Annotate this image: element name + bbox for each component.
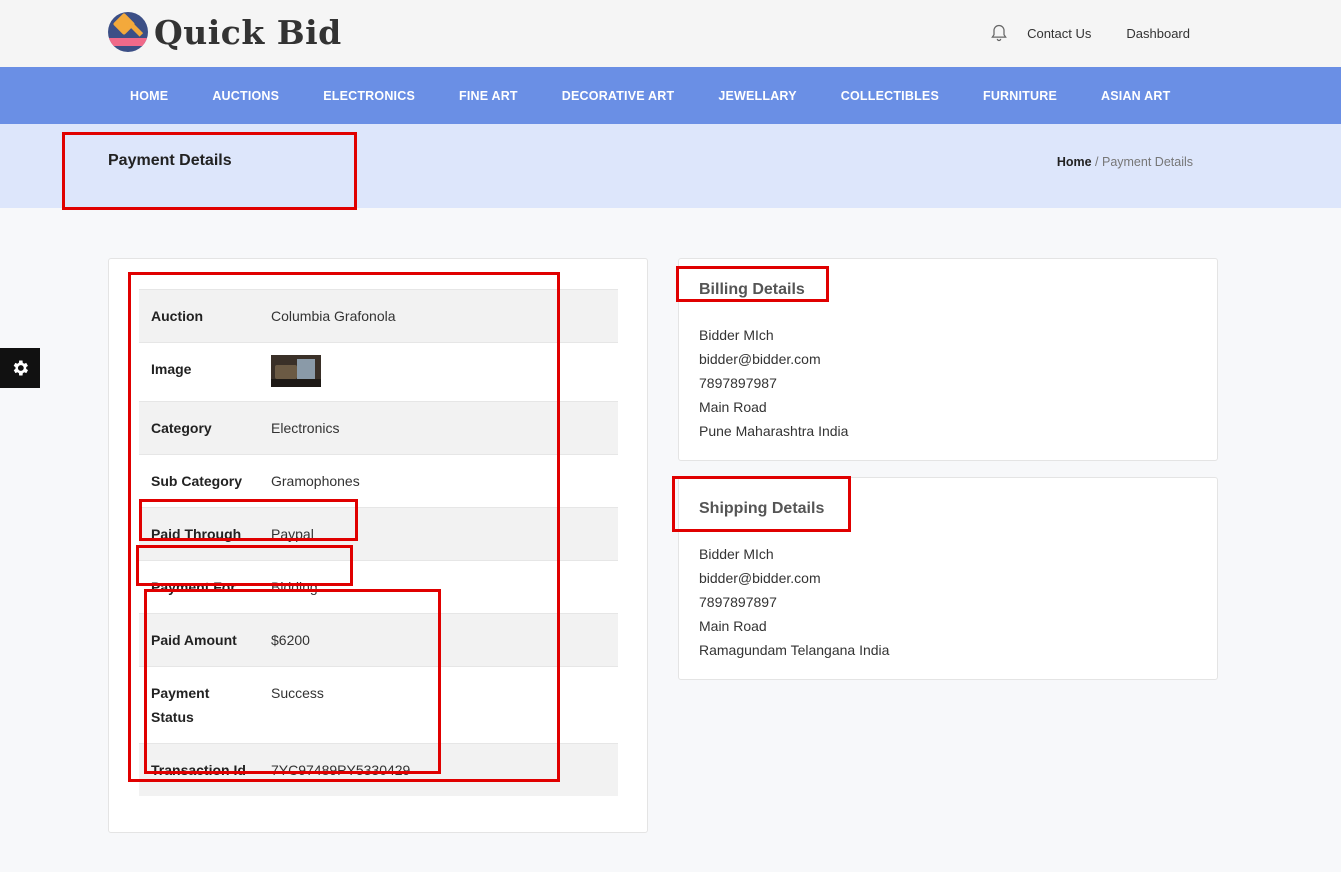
billing-email: bidder@bidder.com (699, 351, 821, 367)
shipping-city: Ramagundam Telangana India (699, 642, 890, 658)
transaction-id-value: 7YC97489PY5330429 (271, 762, 411, 778)
table-row: Paid Amount $6200 (139, 613, 618, 667)
category-label: Category (151, 420, 212, 436)
breadcrumb-home-link[interactable]: Home (1057, 155, 1092, 169)
table-row: Payment Status Success (139, 666, 618, 744)
brand-logo[interactable]: Quick Bid (108, 12, 342, 52)
table-row: Sub Category Gramophones (139, 454, 618, 508)
shipping-phone: 7897897897 (699, 594, 777, 610)
nav-item-asian-art[interactable]: ASIAN ART (1079, 89, 1192, 103)
subcategory-label: Sub Category (151, 473, 243, 489)
image-label: Image (151, 361, 192, 377)
auction-label: Auction (151, 308, 204, 324)
breadcrumb-separator: / (1091, 155, 1102, 169)
paid-amount-label: Paid Amount (151, 632, 237, 648)
nav-item-furniture[interactable]: FURNITURE (961, 89, 1079, 103)
paid-amount-value: $6200 (271, 632, 310, 648)
shipping-details-card: Shipping Details Bidder MIch bidder@bidd… (678, 477, 1218, 680)
shipping-email: bidder@bidder.com (699, 570, 821, 586)
shipping-street: Main Road (699, 618, 767, 634)
paid-through-label: Paid Through (151, 526, 242, 542)
payment-for-label: Payment For (151, 579, 236, 595)
auction-thumbnail-image[interactable] (271, 355, 321, 387)
top-links: Contact Us Dashboard (989, 22, 1190, 44)
billing-street: Main Road (699, 399, 767, 415)
payment-for-value: Bidding (271, 579, 318, 595)
breadcrumb-current: Payment Details (1101, 155, 1193, 169)
dashboard-link[interactable]: Dashboard (1126, 26, 1190, 41)
billing-city: Pune Maharashtra India (699, 423, 849, 439)
table-row: Paid Through Paypal (139, 507, 618, 561)
top-header: Quick Bid Contact Us Dashboard (0, 0, 1341, 67)
table-row: Category Electronics (139, 401, 618, 455)
category-value: Electronics (271, 420, 340, 436)
shipping-address: Bidder MIch bidder@bidder.com 7897897897… (699, 542, 889, 662)
payment-details-table: Auction Columbia Grafonola Image Categor… (139, 289, 618, 796)
nav-item-collectibles[interactable]: COLLECTIBLES (819, 89, 961, 103)
table-row: Auction Columbia Grafonola (139, 289, 618, 343)
nav-item-home[interactable]: HOME (108, 89, 190, 103)
subcategory-value: Gramophones (271, 473, 360, 489)
billing-name: Bidder MIch (699, 327, 774, 343)
billing-heading: Billing Details (699, 281, 805, 298)
nav-item-auctions[interactable]: AUCTIONS (190, 89, 301, 103)
shipping-heading: Shipping Details (699, 500, 825, 517)
contact-us-link[interactable]: Contact Us (1027, 26, 1091, 41)
nav-item-fine-art[interactable]: FINE ART (437, 89, 540, 103)
nav-item-decorative-art[interactable]: DECORATIVE ART (540, 89, 697, 103)
table-row: Payment For Bidding (139, 560, 618, 614)
nav-item-jewellary[interactable]: JEWELLARY (696, 89, 818, 103)
billing-address: Bidder MIch bidder@bidder.com 7897897987… (699, 323, 848, 443)
table-row: Image (139, 342, 618, 402)
payment-details-card: Auction Columbia Grafonola Image Categor… (108, 258, 648, 833)
gear-icon (13, 360, 29, 376)
settings-toggle-button[interactable] (0, 348, 40, 388)
image-cell (259, 343, 618, 402)
auction-value: Columbia Grafonola (271, 308, 396, 324)
shipping-name: Bidder MIch (699, 546, 774, 562)
gavel-logo-icon (108, 12, 148, 52)
breadcrumb: Home / Payment Details (1057, 155, 1193, 169)
page-title-band: Payment Details Home / Payment Details (0, 124, 1341, 208)
billing-details-card: Billing Details Bidder MIch bidder@bidde… (678, 258, 1218, 461)
main-nav: HOME AUCTIONS ELECTRONICS FINE ART DECOR… (0, 67, 1341, 124)
page-title: Payment Details (108, 152, 232, 169)
transaction-id-label: Transaction Id (151, 762, 246, 778)
payment-status-label: Payment Status (151, 685, 210, 725)
billing-phone: 7897897987 (699, 375, 777, 391)
nav-item-electronics[interactable]: ELECTRONICS (301, 89, 437, 103)
table-row: Transaction Id 7YC97489PY5330429 (139, 743, 618, 796)
bell-icon[interactable] (989, 22, 1009, 44)
brand-name: Quick Bid (154, 12, 342, 52)
paid-through-value: Paypal (271, 526, 314, 542)
payment-status-value: Success (271, 685, 324, 701)
